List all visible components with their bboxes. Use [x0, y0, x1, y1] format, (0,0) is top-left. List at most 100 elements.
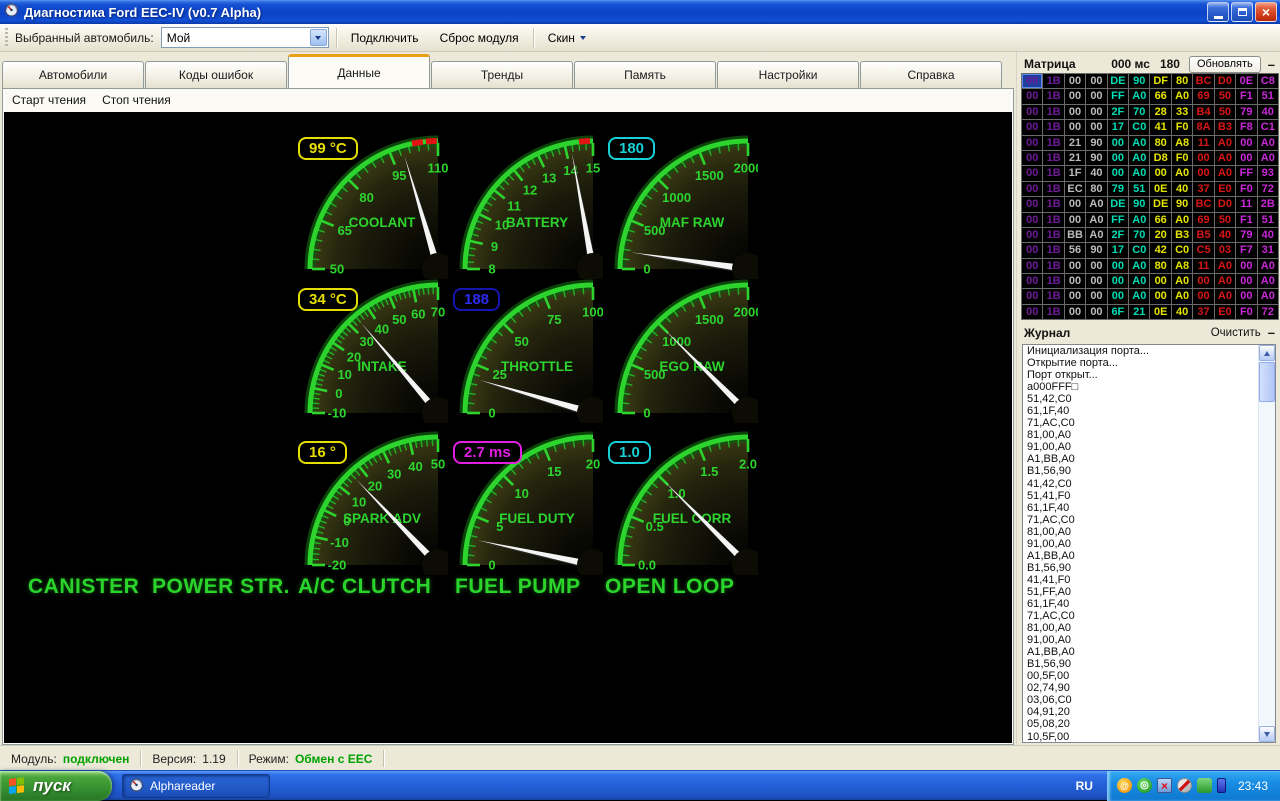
matrix-cell[interactable]: DE — [1108, 74, 1128, 88]
matrix-cell[interactable]: 66 — [1150, 213, 1170, 227]
matrix-cell[interactable]: 2B — [1258, 197, 1278, 211]
matrix-cell[interactable]: C8 — [1258, 74, 1278, 88]
matrix-cell[interactable]: E0 — [1215, 305, 1235, 319]
matrix-cell[interactable]: 00 — [1022, 89, 1042, 103]
matrix-cell[interactable]: A0 — [1258, 274, 1278, 288]
matrix-cell[interactable]: 00 — [1150, 274, 1170, 288]
matrix-cell[interactable]: 1F — [1065, 166, 1085, 180]
tab-trends[interactable]: Тренды — [431, 61, 573, 88]
matrix-cell[interactable]: 90 — [1086, 136, 1106, 150]
matrix-cell[interactable]: 2F — [1108, 105, 1128, 119]
matrix-cell[interactable]: 00 — [1022, 74, 1042, 88]
matrix-cell[interactable]: A0 — [1086, 197, 1106, 211]
vehicle-select[interactable]: Мой — [161, 27, 329, 48]
matrix-cell[interactable]: 00 — [1236, 259, 1256, 273]
matrix-cell[interactable]: C0 — [1129, 120, 1149, 134]
matrix-cell[interactable]: 00 — [1022, 213, 1042, 227]
start-button[interactable]: пуск — [0, 771, 112, 801]
matrix-cell[interactable]: A0 — [1215, 259, 1235, 273]
matrix-cell[interactable]: A0 — [1129, 89, 1149, 103]
blocked-device-icon[interactable] — [1177, 778, 1192, 793]
matrix-cell[interactable]: 1B — [1043, 74, 1063, 88]
matrix-cell[interactable]: 20 — [1150, 228, 1170, 242]
tab-cars[interactable]: Автомобили — [2, 61, 144, 88]
matrix-cell[interactable]: DE — [1150, 197, 1170, 211]
matrix-cell[interactable]: D8 — [1150, 151, 1170, 165]
matrix-cell[interactable]: 00 — [1022, 151, 1042, 165]
matrix-cell[interactable]: BC — [1193, 197, 1213, 211]
matrix-cell[interactable]: 21 — [1129, 305, 1149, 319]
matrix-cell[interactable]: A8 — [1172, 259, 1192, 273]
matrix-cell[interactable]: DF — [1150, 74, 1170, 88]
matrix-cell[interactable]: 93 — [1258, 166, 1278, 180]
matrix-cell[interactable]: A0 — [1215, 274, 1235, 288]
matrix-cell[interactable]: 90 — [1086, 243, 1106, 257]
log-collapse-button[interactable]: – — [1268, 326, 1275, 339]
matrix-cell[interactable]: 00 — [1065, 89, 1085, 103]
matrix-cell[interactable]: A0 — [1215, 166, 1235, 180]
matrix-cell[interactable]: 00 — [1022, 228, 1042, 242]
matrix-cell[interactable]: D0 — [1215, 74, 1235, 88]
matrix-cell[interactable]: 1B — [1043, 166, 1063, 180]
matrix-cell[interactable]: C5 — [1193, 243, 1213, 257]
matrix-cell[interactable]: 40 — [1086, 166, 1106, 180]
matrix-cell[interactable]: 00 — [1065, 259, 1085, 273]
matrix-cell[interactable]: F8 — [1236, 120, 1256, 134]
matrix-cell[interactable]: 33 — [1172, 105, 1192, 119]
matrix-cell[interactable]: 50 — [1215, 213, 1235, 227]
refresh-toggle-button[interactable]: Обновлять — [1189, 56, 1261, 73]
matrix-cell[interactable]: EC — [1065, 182, 1085, 196]
matrix-cell[interactable]: FF — [1236, 166, 1256, 180]
matrix-cell[interactable]: A0 — [1129, 151, 1149, 165]
matrix-cell[interactable]: 41 — [1150, 120, 1170, 134]
minimize-button[interactable] — [1207, 2, 1229, 22]
start-reading-button[interactable]: Старт чтения — [12, 93, 86, 107]
matrix-cell[interactable]: 00 — [1022, 120, 1042, 134]
matrix-cell[interactable]: 00 — [1022, 136, 1042, 150]
matrix-cell[interactable]: D0 — [1215, 197, 1235, 211]
matrix-cell[interactable]: 90 — [1086, 151, 1106, 165]
matrix-cell[interactable]: 40 — [1258, 105, 1278, 119]
matrix-cell[interactable]: B5 — [1193, 228, 1213, 242]
matrix-cell[interactable]: 90 — [1129, 74, 1149, 88]
matrix-cell[interactable]: F7 — [1236, 243, 1256, 257]
matrix-cell[interactable]: 80 — [1172, 74, 1192, 88]
matrix-cell[interactable]: 80 — [1150, 136, 1170, 150]
matrix-cell[interactable]: 00 — [1065, 120, 1085, 134]
matrix-cell[interactable]: A0 — [1129, 213, 1149, 227]
tab-error-codes[interactable]: Коды ошибок — [145, 61, 287, 88]
matrix-cell[interactable]: FF — [1108, 89, 1128, 103]
matrix-cell[interactable]: 69 — [1193, 89, 1213, 103]
reset-module-button[interactable]: Сброс модуля — [433, 28, 526, 48]
matrix-cell[interactable]: 51 — [1258, 213, 1278, 227]
matrix-cell[interactable]: A0 — [1129, 166, 1149, 180]
matrix-cell[interactable]: 80 — [1086, 182, 1106, 196]
matrix-cell[interactable]: 1B — [1043, 89, 1063, 103]
maximize-button[interactable] — [1231, 2, 1253, 22]
matrix-cell[interactable]: 50 — [1215, 89, 1235, 103]
matrix-cell[interactable]: A0 — [1086, 228, 1106, 242]
matrix-cell[interactable]: 00 — [1193, 289, 1213, 303]
matrix-cell[interactable]: 1B — [1043, 182, 1063, 196]
taskbar-task-alphareader[interactable]: Alphareader — [122, 774, 270, 798]
matrix-cell[interactable]: 00 — [1086, 120, 1106, 134]
chevron-down-icon[interactable] — [310, 29, 327, 46]
matrix-cell[interactable]: 00 — [1065, 274, 1085, 288]
matrix-cell[interactable]: 80 — [1150, 259, 1170, 273]
matrix-cell[interactable]: 00 — [1108, 151, 1128, 165]
language-indicator[interactable]: RU — [1076, 779, 1093, 793]
matrix-cell[interactable]: 37 — [1193, 305, 1213, 319]
matrix-cell[interactable]: F0 — [1172, 120, 1192, 134]
matrix-cell[interactable]: B3 — [1172, 228, 1192, 242]
matrix-cell[interactable]: 1B — [1043, 289, 1063, 303]
log-scrollbar[interactable] — [1258, 345, 1275, 742]
matrix-cell[interactable]: 1B — [1043, 243, 1063, 257]
matrix-cell[interactable]: 40 — [1172, 182, 1192, 196]
matrix-cell[interactable]: 00 — [1108, 274, 1128, 288]
matrix-cell[interactable]: A0 — [1258, 151, 1278, 165]
matrix-cell[interactable]: 00 — [1065, 74, 1085, 88]
matrix-cell[interactable]: 21 — [1065, 151, 1085, 165]
connect-button[interactable]: Подключить — [344, 28, 426, 48]
matrix-cell[interactable]: A0 — [1129, 259, 1149, 273]
matrix-cell[interactable]: A0 — [1129, 289, 1149, 303]
